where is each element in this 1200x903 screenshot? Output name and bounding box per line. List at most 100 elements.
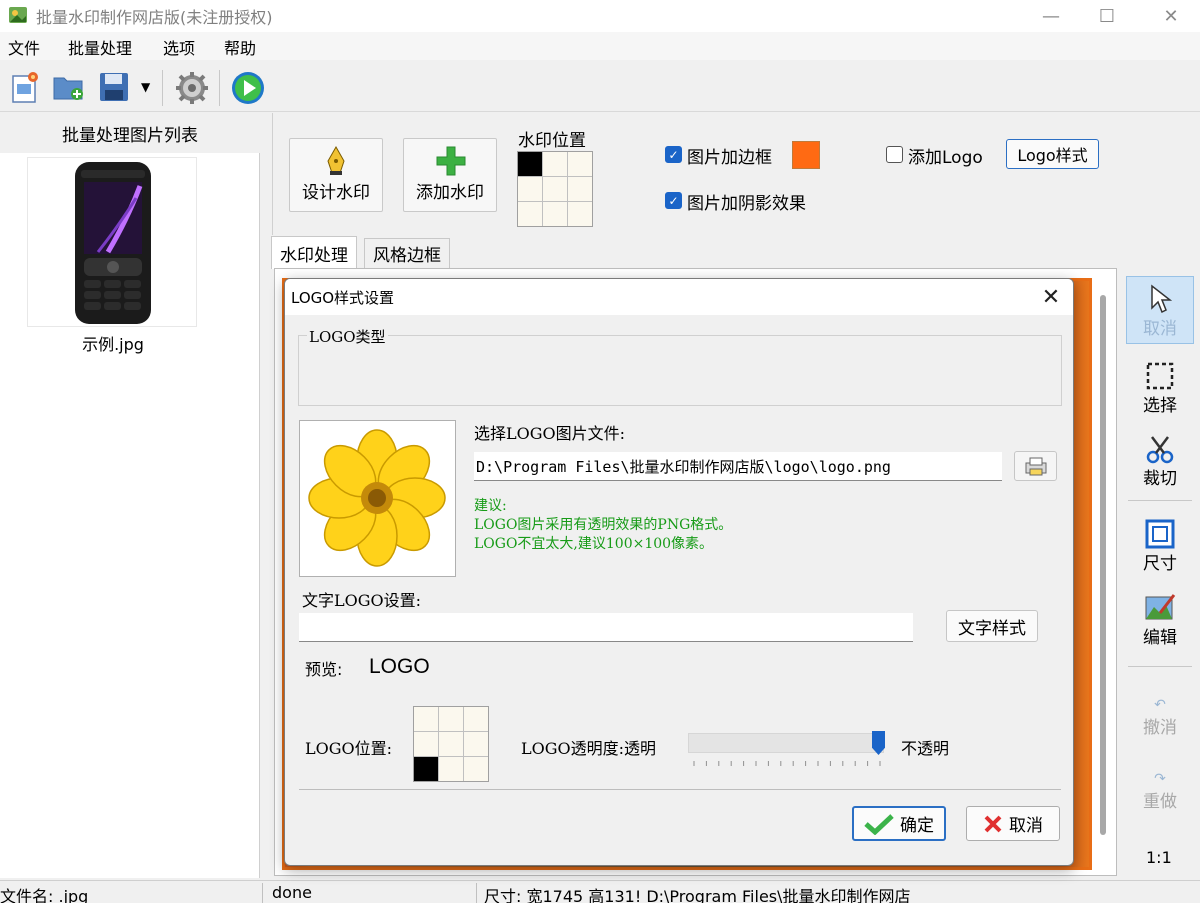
position-cell[interactable]	[439, 732, 463, 756]
status-state: done	[272, 883, 312, 902]
settings-gear-icon[interactable]	[174, 70, 210, 110]
tool-edit[interactable]: 编辑	[1126, 584, 1194, 652]
menu-options[interactable]: 选项	[163, 35, 195, 59]
position-cell[interactable]	[568, 152, 592, 176]
select-logo-file-label: 选择LOGO图片文件:	[474, 424, 626, 443]
dialog-title-bar: LOGO样式设置 ✕	[285, 279, 1073, 315]
tab-watermark[interactable]: 水印处理	[271, 236, 357, 269]
scissors-icon	[1146, 436, 1174, 464]
position-cell[interactable]	[414, 757, 438, 781]
tool-crop[interactable]: 裁切	[1126, 425, 1194, 493]
position-cell[interactable]	[439, 757, 463, 781]
tool-undo[interactable]: ↶ 撤消	[1126, 674, 1194, 742]
status-separator	[262, 883, 263, 903]
border-checkbox-label: 图片加边框	[687, 148, 772, 168]
tool-resize[interactable]: 尺寸	[1126, 510, 1194, 578]
position-cell[interactable]	[518, 202, 542, 226]
red-x-icon	[984, 815, 1002, 832]
save-dropdown-icon[interactable]: ▼	[141, 80, 150, 94]
opacity-label: LOGO透明度:透明	[521, 739, 657, 758]
position-cell[interactable]	[543, 177, 567, 201]
position-cell[interactable]	[464, 757, 488, 781]
text-logo-input[interactable]	[299, 613, 913, 642]
ok-button[interactable]: 确定	[852, 806, 946, 841]
dialog-close-icon[interactable]: ✕	[1037, 283, 1065, 311]
tab-style-border[interactable]: 风格边框	[364, 238, 450, 268]
menu-file[interactable]: 文件	[8, 35, 40, 59]
shadow-checkbox[interactable]: ✓	[665, 192, 682, 209]
position-cell[interactable]	[414, 732, 438, 756]
run-start-icon[interactable]	[230, 70, 266, 110]
status-separator	[476, 883, 477, 903]
toolbar-separator	[162, 70, 163, 106]
menu-bar: 文件 批量处理 选项 帮助	[0, 32, 1200, 60]
canvas-scrollbar[interactable]	[1100, 295, 1106, 835]
logo-style-dialog: LOGO样式设置 ✕ LOGO类型 选择LOGO图片文件: D:\Program…	[284, 278, 1074, 866]
open-folder-icon[interactable]	[52, 72, 86, 106]
position-cell[interactable]	[543, 152, 567, 176]
minimize-button[interactable]: —	[1022, 0, 1080, 32]
new-project-icon[interactable]	[10, 70, 40, 108]
redo-icon: ↷	[1154, 771, 1166, 787]
logo-style-button[interactable]: Logo样式	[1006, 139, 1099, 169]
select-rect-icon	[1146, 362, 1174, 390]
design-watermark-button[interactable]: 设计水印	[289, 138, 383, 212]
green-plus-icon	[436, 146, 466, 176]
toolbar: ▼	[0, 62, 1200, 112]
menu-help[interactable]: 帮助	[224, 35, 256, 59]
add-logo-label: 添加Logo	[908, 148, 983, 168]
add-logo-checkbox[interactable]	[886, 146, 903, 163]
border-color-swatch[interactable]	[792, 141, 820, 169]
position-cell[interactable]	[518, 152, 542, 176]
cancel-button[interactable]: 取消	[966, 806, 1060, 841]
maximize-button[interactable]: ☐	[1078, 0, 1136, 32]
logo-position-label: LOGO位置:	[305, 739, 393, 758]
border-checkbox[interactable]: ✓	[665, 146, 682, 163]
menu-batch[interactable]: 批量处理	[68, 35, 132, 59]
image-filename: 示例.jpg	[82, 335, 144, 354]
hint-line-2: LOGO不宜太大,建议100×100像素。	[474, 536, 714, 552]
status-info: 尺寸: 宽1745 高131! D:\Program Files\批量水印制作网…	[484, 887, 911, 903]
opacity-max-label: 不透明	[901, 739, 950, 758]
position-cell[interactable]	[439, 707, 463, 731]
position-cell[interactable]	[518, 177, 542, 201]
pointer-icon	[1151, 284, 1172, 314]
position-cell[interactable]	[568, 177, 592, 201]
hint-title: 建议:	[474, 498, 507, 514]
text-style-button[interactable]: 文字样式	[946, 610, 1038, 642]
resize-icon	[1145, 519, 1175, 549]
tool-panel: 取消 选择 裁切 尺寸 编辑 ↶ 撤消 ↷ 重做 1:1	[1120, 270, 1200, 878]
text-logo-label: 文字LOGO设置:	[302, 591, 422, 610]
check-icon	[864, 813, 894, 835]
watermark-position-grid[interactable]	[517, 151, 593, 227]
close-button[interactable]: ✕	[1142, 0, 1200, 32]
preview-text: LOGO	[369, 655, 430, 678]
browse-file-button[interactable]	[1014, 451, 1057, 481]
watermark-position-label: 水印位置	[518, 131, 586, 151]
watermark-settings-panel: 设计水印 添加水印 水印位置 ✓ 图片加边框 ✓ 图片加阴影效果 添加Logo …	[272, 113, 1200, 235]
image-list-header: 批量处理图片列表	[0, 113, 260, 153]
add-watermark-button[interactable]: 添加水印	[403, 138, 497, 212]
opacity-slider-track[interactable]	[688, 733, 884, 753]
logo-type-group	[298, 335, 1062, 406]
position-cell[interactable]	[414, 707, 438, 731]
tool-select[interactable]: 选择	[1126, 352, 1194, 420]
zoom-ratio: 1:1	[1146, 848, 1172, 867]
logo-type-label: LOGO类型	[307, 326, 388, 347]
pen-nib-icon	[327, 145, 345, 175]
status-bar: 文件名: .jpg done 尺寸: 宽1745 高131! D:\Progra…	[0, 880, 1200, 903]
save-icon[interactable]	[98, 71, 130, 107]
tool-separator	[1128, 500, 1192, 501]
position-cell[interactable]	[543, 202, 567, 226]
logo-file-path-input[interactable]	[474, 452, 1002, 481]
flower-logo-icon	[308, 429, 446, 567]
position-cell[interactable]	[568, 202, 592, 226]
tool-cancel[interactable]: 取消	[1126, 276, 1194, 344]
image-thumbnail[interactable]	[27, 157, 197, 327]
dialog-divider	[299, 789, 1061, 790]
position-cell[interactable]	[464, 707, 488, 731]
position-cell[interactable]	[464, 732, 488, 756]
toolbar-separator	[219, 70, 220, 106]
logo-position-grid[interactable]	[413, 706, 489, 782]
tool-redo[interactable]: ↷ 重做	[1126, 748, 1194, 816]
